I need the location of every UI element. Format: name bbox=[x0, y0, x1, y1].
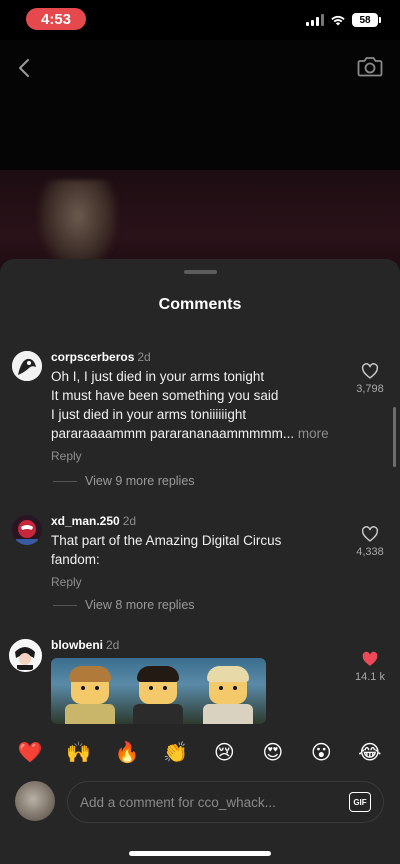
comment-age: 2d bbox=[122, 514, 137, 528]
comment-text: Oh I, I just died in your arms tonight I… bbox=[51, 367, 346, 443]
sheet-grab-handle[interactable] bbox=[184, 270, 217, 274]
comment-username[interactable]: corpscerberos bbox=[51, 350, 134, 364]
reaction-fire[interactable]: 🔥 bbox=[111, 741, 143, 765]
lego-figure bbox=[59, 664, 121, 724]
gif-button[interactable]: GIF bbox=[349, 792, 371, 812]
comment-composer: GIF bbox=[0, 779, 400, 825]
comment-input[interactable] bbox=[80, 794, 341, 810]
comment-age: 2d bbox=[106, 638, 120, 652]
lego-eye bbox=[219, 686, 223, 690]
heart-icon bbox=[361, 363, 379, 379]
cellular-signal-icon bbox=[306, 14, 324, 26]
home-indicator bbox=[129, 851, 271, 856]
avatar[interactable] bbox=[9, 639, 42, 672]
view-replies-label: View 8 more replies bbox=[85, 598, 195, 612]
reply-button[interactable]: Reply bbox=[51, 449, 346, 463]
like-button[interactable]: 14.1 k bbox=[348, 651, 392, 683]
current-user-avatar bbox=[15, 781, 55, 821]
sheet-title: Comments bbox=[158, 296, 242, 313]
comment-username[interactable]: blowbeni bbox=[51, 638, 103, 652]
reaction-tears-of-joy[interactable]: 😂 bbox=[354, 741, 386, 765]
heart-filled-icon bbox=[362, 651, 378, 666]
comment-line: I just died in your arms toniiiiiight bbox=[51, 407, 247, 422]
like-button[interactable]: 3,798 bbox=[348, 363, 392, 395]
lego-body bbox=[65, 704, 115, 724]
view-replies-label: View 9 more replies bbox=[85, 474, 195, 488]
more-link[interactable]: more bbox=[298, 426, 329, 441]
battery-icon: 58 bbox=[352, 13, 381, 27]
status-bar: 4:53 58 bbox=[0, 0, 400, 40]
gif-attachment[interactable] bbox=[51, 658, 266, 724]
back-button[interactable] bbox=[10, 54, 38, 82]
lego-hair bbox=[137, 666, 179, 682]
status-icons: 58 bbox=[306, 13, 381, 27]
lego-eye bbox=[233, 686, 237, 690]
comment-line: Oh I, I just died in your arms tonight bbox=[51, 369, 265, 384]
comment-age: 2d bbox=[137, 350, 151, 364]
comment-line: That part of the Amazing Digital Circus bbox=[51, 533, 282, 548]
reaction-heart[interactable]: ❤️ bbox=[14, 741, 46, 765]
lego-body bbox=[203, 704, 253, 724]
comment-text: That part of the Amazing Digital Circus … bbox=[51, 531, 346, 569]
like-count: 4,338 bbox=[356, 546, 384, 558]
chevron-left-icon bbox=[19, 59, 29, 77]
reaction-clapping-hands[interactable]: 👏 bbox=[160, 741, 192, 765]
avatar-image bbox=[10, 640, 40, 670]
camera-icon bbox=[357, 57, 383, 77]
reaction-raised-hands[interactable]: 🙌 bbox=[63, 741, 95, 765]
video-background bbox=[0, 40, 400, 280]
reply-button[interactable]: Reply bbox=[51, 575, 346, 589]
lego-hair bbox=[207, 666, 249, 682]
wifi-icon bbox=[331, 15, 345, 26]
avatar[interactable] bbox=[12, 515, 42, 545]
comment-username[interactable]: xd_man.250 bbox=[51, 514, 120, 528]
lego-body bbox=[133, 704, 183, 724]
heart-icon bbox=[361, 526, 379, 542]
lego-figure bbox=[197, 664, 259, 724]
status-time: 4:53 bbox=[26, 8, 86, 30]
comments-sheet: Comments corpscerberos 2d Oh I, I just di… bbox=[0, 259, 400, 864]
lego-eye bbox=[95, 686, 99, 690]
comment-line: pararaaaammm pararananaammmmm... bbox=[51, 426, 295, 441]
like-count: 3,798 bbox=[356, 383, 384, 395]
reaction-heart-eyes[interactable]: 😍 bbox=[257, 741, 289, 765]
avatar[interactable] bbox=[12, 351, 42, 381]
like-count: 14.1 k bbox=[355, 671, 385, 683]
like-button[interactable]: 4,338 bbox=[348, 526, 392, 558]
lego-eye bbox=[163, 686, 167, 690]
scrollbar[interactable] bbox=[393, 407, 396, 467]
lego-figure bbox=[127, 664, 189, 724]
reaction-crying-face[interactable]: 😢 bbox=[208, 741, 240, 765]
comment-input-container: GIF bbox=[67, 781, 384, 823]
comment-line: fandom: bbox=[51, 552, 100, 567]
video-figure bbox=[38, 180, 118, 270]
quick-reactions-bar: ❤️ 🙌 🔥 👏 😢 😍 😮 😂 bbox=[0, 737, 400, 769]
lego-eye bbox=[149, 686, 153, 690]
lego-eye bbox=[81, 686, 85, 690]
avatar-image bbox=[12, 351, 42, 381]
comment-line: It must have been something you said bbox=[51, 388, 279, 403]
reply-divider-line bbox=[53, 604, 77, 606]
avatar-image bbox=[12, 515, 42, 545]
lego-hair bbox=[69, 666, 111, 682]
camera-button[interactable] bbox=[356, 52, 384, 80]
reply-divider-line bbox=[53, 480, 77, 482]
reaction-open-mouth[interactable]: 😮 bbox=[305, 741, 337, 765]
view-replies-button[interactable]: View 9 more replies bbox=[53, 474, 195, 488]
view-replies-button[interactable]: View 8 more replies bbox=[53, 598, 195, 612]
